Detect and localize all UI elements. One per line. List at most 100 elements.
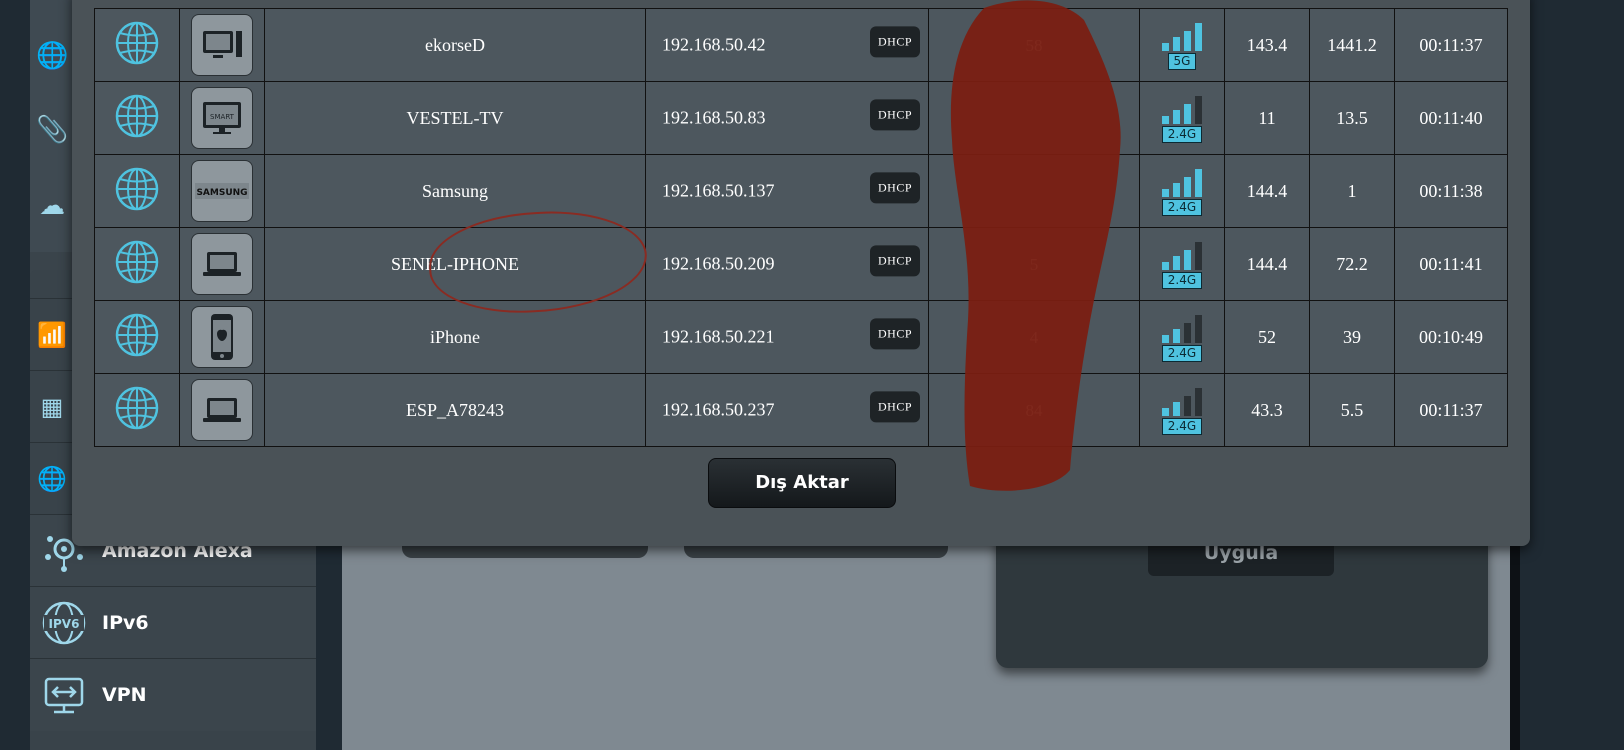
- signal-bar: [1162, 42, 1169, 51]
- tx-rate: 143.4: [1246, 34, 1288, 55]
- ip-type-badge: DHCP: [869, 99, 920, 131]
- client-name[interactable]: iPhone: [430, 327, 480, 347]
- signal-bar: [1184, 395, 1191, 416]
- internet-globe-icon[interactable]: [114, 21, 160, 70]
- internet-globe-icon[interactable]: [114, 94, 160, 143]
- signal-bar: [1173, 255, 1180, 270]
- client-row: ESP_A78243 192.168.50.237 DHCP 84 2.4G 43.3 5.…: [94, 373, 1508, 447]
- tx-rate: 144.4: [1246, 180, 1288, 201]
- band-badge: 2.4G: [1161, 344, 1203, 362]
- laptop-icon[interactable]: [191, 233, 253, 295]
- signal-bar: [1173, 36, 1180, 51]
- client-mac: 4: [1029, 327, 1039, 347]
- client-ip: 192.168.50.209: [662, 253, 775, 274]
- client-mac: 5: [1029, 254, 1039, 274]
- wireless-icon[interactable]: 📶: [30, 298, 74, 371]
- signal-bar: [1195, 241, 1202, 270]
- band-badge: 2.4G: [1161, 271, 1203, 289]
- internet-globe-icon[interactable]: [114, 167, 160, 216]
- vpn-icon: [38, 669, 90, 721]
- client-list-modal: ekorseD 192.168.50.42 DHCP 58 5G 143.4 1441.2 0…: [72, 0, 1530, 546]
- desktop-icon[interactable]: [191, 14, 253, 76]
- signal-bar: [1195, 314, 1202, 343]
- signal-strength-bars: [1162, 386, 1202, 416]
- tx-rate: 11: [1258, 107, 1276, 128]
- access-time: 00:11:40: [1419, 107, 1483, 128]
- client-name[interactable]: SENEL-IPHONE: [391, 254, 519, 274]
- ip-type-badge: DHCP: [869, 172, 920, 204]
- signal-bar: [1162, 334, 1169, 343]
- laptop-icon[interactable]: [191, 379, 253, 441]
- signal-bar: [1184, 249, 1191, 270]
- globe-icon[interactable]: 🌐: [36, 40, 68, 72]
- paperclip-icon[interactable]: 📎: [36, 114, 68, 146]
- access-time: 00:11:37: [1419, 34, 1483, 55]
- signal-strength-bars: [1162, 167, 1202, 197]
- client-row: ekorseD 192.168.50.42 DHCP 58 5G 143.4 1441.2 0…: [94, 8, 1508, 82]
- rx-rate: 1: [1347, 180, 1357, 201]
- client-row: SMART VESTEL-TV 192.168.50.83 DHCP 2.4G 11 13.…: [94, 81, 1508, 155]
- internet-globe-icon[interactable]: [114, 313, 160, 362]
- tx-rate: 52: [1258, 326, 1276, 347]
- signal-bar: [1195, 22, 1202, 51]
- signal-strength-bars: [1162, 313, 1202, 343]
- signal-bar: [1162, 115, 1169, 124]
- lan-icon[interactable]: ▦: [30, 370, 74, 443]
- ip-type-badge: DHCP: [869, 318, 920, 350]
- client-name[interactable]: VESTEL-TV: [407, 108, 504, 128]
- smart-tv-icon-text: SMART: [210, 113, 235, 121]
- signal-bar: [1195, 168, 1202, 197]
- band-badge: 2.4G: [1161, 417, 1203, 435]
- ip-type-badge: DHCP: [869, 391, 920, 423]
- band-badge: 2.4G: [1161, 198, 1203, 216]
- signal-bar: [1173, 109, 1180, 124]
- signal-bar: [1173, 328, 1180, 343]
- ip-type-badge: DHCP: [869, 245, 920, 277]
- client-name[interactable]: ekorseD: [425, 35, 485, 55]
- internet-globe-icon[interactable]: [114, 240, 160, 289]
- signal-bar: [1195, 95, 1202, 124]
- signal-bar: [1184, 103, 1191, 124]
- band-badge: 2.4G: [1161, 125, 1203, 143]
- access-time: 00:11:41: [1419, 253, 1483, 274]
- sidebar-item-ipv6[interactable]: IPV6 IPv6: [30, 586, 316, 659]
- ip-type-badge: DHCP: [869, 26, 920, 58]
- ipv6-icon-text: IPV6: [49, 617, 80, 631]
- rx-rate: 13.5: [1336, 107, 1368, 128]
- signal-bar: [1184, 322, 1191, 343]
- signal-bar: [1184, 30, 1191, 51]
- signal-strength-bars: [1162, 240, 1202, 270]
- rx-rate: 72.2: [1336, 253, 1368, 274]
- signal-bar: [1184, 176, 1191, 197]
- sidebar-top-menu: 🌐 📎 ☁: [30, 0, 75, 252]
- client-mac: 84: [1025, 400, 1043, 420]
- signal-bar: [1162, 261, 1169, 270]
- rx-rate: 5.5: [1340, 399, 1364, 420]
- internet-globe-icon[interactable]: [114, 386, 160, 435]
- signal-strength-bars: [1162, 94, 1202, 124]
- samsung-logo-icon[interactable]: SAMSUNG: [191, 160, 253, 222]
- rx-rate: 1441.2: [1327, 34, 1377, 55]
- access-time: 00:11:38: [1419, 180, 1483, 201]
- signal-strength-bars: [1162, 21, 1202, 51]
- client-name[interactable]: Samsung: [422, 181, 488, 201]
- client-name[interactable]: ESP_A78243: [406, 400, 504, 420]
- sidebar-item-vpn[interactable]: VPN: [30, 658, 316, 731]
- cloud-icon[interactable]: ☁: [36, 190, 68, 222]
- iphone-icon[interactable]: [191, 306, 253, 368]
- wan-globe-icon[interactable]: 🌐: [30, 442, 74, 515]
- signal-bar: [1195, 387, 1202, 416]
- band-badge: 5G: [1167, 52, 1197, 70]
- signal-bar: [1162, 407, 1169, 416]
- client-ip: 192.168.50.221: [662, 326, 775, 347]
- smart-tv-icon[interactable]: SMART: [191, 87, 253, 149]
- sidebar-item-label: VPN: [102, 684, 147, 706]
- export-button[interactable]: Dış Aktar: [708, 458, 896, 508]
- client-row: SAMSUNG Samsung 192.168.50.137 DHCP 2.4G 144.…: [94, 154, 1508, 228]
- client-ip: 192.168.50.237: [662, 399, 775, 420]
- client-ip: 192.168.50.83: [662, 107, 766, 128]
- client-ip: 192.168.50.137: [662, 180, 775, 201]
- client-table: ekorseD 192.168.50.42 DHCP 58 5G 143.4 1441.2 0…: [94, 8, 1508, 447]
- tx-rate: 43.3: [1251, 399, 1283, 420]
- client-ip: 192.168.50.42: [662, 34, 766, 55]
